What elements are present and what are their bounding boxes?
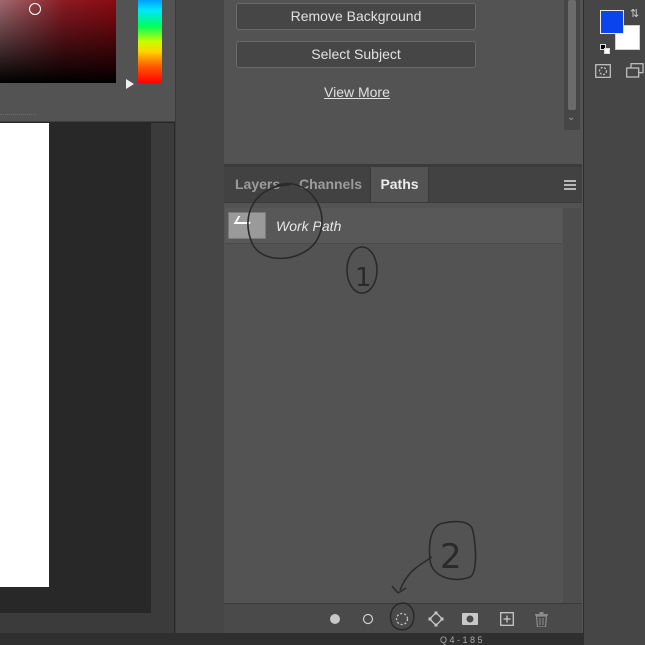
properties-scroll-thumb[interactable] xyxy=(568,0,576,110)
color-picker-panel xyxy=(0,0,183,122)
load-path-as-selection-icon[interactable] xyxy=(394,611,410,627)
scroll-down-arrow-icon[interactable]: ⌄ xyxy=(567,112,575,123)
select-subject-button[interactable]: Select Subject xyxy=(236,41,476,68)
trash-icon[interactable] xyxy=(533,611,549,627)
hue-slider-marker[interactable] xyxy=(126,79,134,89)
status-text: Q 4 - 1 8 5 xyxy=(440,635,483,645)
make-work-path-icon[interactable] xyxy=(428,611,444,627)
view-more-link[interactable]: View More xyxy=(324,84,390,100)
properties-panel: Remove Background Select Subject View Mo… xyxy=(224,0,582,164)
screen-mode-icon[interactable] xyxy=(626,63,644,78)
status-bar xyxy=(0,633,583,645)
remove-background-button[interactable]: Remove Background xyxy=(236,3,476,30)
color-picker-ring[interactable] xyxy=(29,3,41,15)
add-mask-icon[interactable] xyxy=(462,611,478,627)
document-canvas[interactable] xyxy=(0,123,49,587)
stroke-path-icon[interactable] xyxy=(360,611,376,627)
color-saturation-field[interactable] xyxy=(0,0,116,83)
tab-layers[interactable]: Layers xyxy=(235,167,280,202)
tab-paths[interactable]: Paths xyxy=(370,167,429,202)
foreground-color-swatch[interactable] xyxy=(600,10,624,34)
panel-resize-grip[interactable] xyxy=(0,114,36,121)
fill-path-icon[interactable] xyxy=(327,611,343,627)
hamburger-menu-icon[interactable] xyxy=(564,180,576,192)
new-path-icon[interactable] xyxy=(499,611,515,627)
tab-channels[interactable]: Channels xyxy=(299,167,362,202)
default-colors-icon[interactable] xyxy=(600,41,610,54)
quick-mask-icon[interactable] xyxy=(595,64,611,78)
path-name[interactable]: Work Path xyxy=(276,218,341,234)
paths-scrollbar[interactable] xyxy=(563,208,581,603)
tools-column xyxy=(583,0,645,645)
canvas-vertical-scrollbar[interactable] xyxy=(151,123,174,633)
panel-dock-divider xyxy=(175,0,225,633)
hue-slider[interactable] xyxy=(138,0,162,83)
swap-colors-icon[interactable]: ⇅ xyxy=(630,7,639,20)
canvas-horizontal-scrollbar[interactable] xyxy=(0,613,151,633)
